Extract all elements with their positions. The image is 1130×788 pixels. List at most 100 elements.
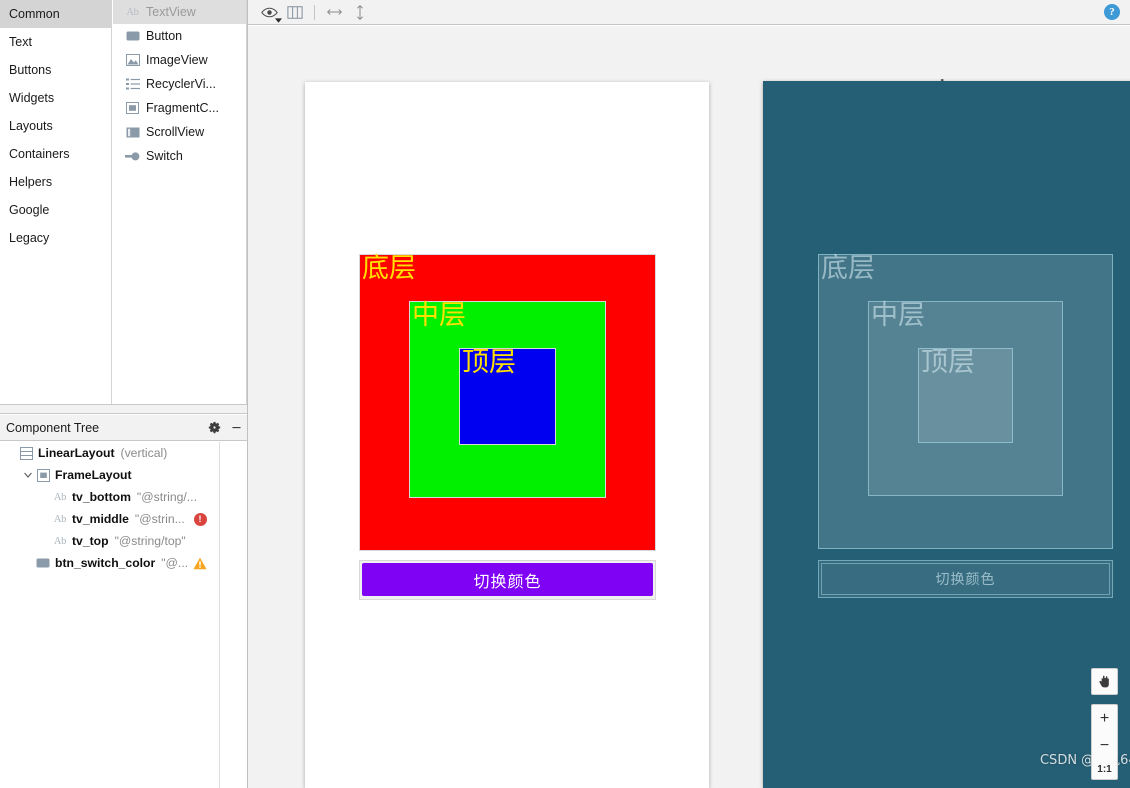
zoom-controls[interactable]: + − 1:1	[1091, 704, 1118, 780]
editor-toolbar: ?	[248, 0, 1130, 25]
minimize-icon[interactable]	[225, 417, 247, 439]
design-tv-middle-label: 中层	[412, 300, 466, 331]
columns-icon[interactable]	[282, 1, 308, 23]
blueprint-btn-switch-color[interactable]: 切换颜色	[818, 560, 1113, 598]
tree-row-value: "@strin...	[134, 512, 185, 526]
tree-row-name: LinearLayout	[38, 446, 115, 460]
image-view-icon	[125, 53, 140, 68]
tree-row[interactable]: Ab tv_bottom "@string/...	[0, 486, 219, 508]
blueprint-tv-middle-label: 中层	[871, 300, 925, 331]
palette-item-label: RecyclerVi...	[146, 77, 216, 91]
text-view-icon: Ab	[53, 535, 67, 547]
palette-item-textview[interactable]: Ab TextView	[113, 0, 246, 24]
arrows-horizontal-icon[interactable]	[321, 1, 347, 23]
button-icon	[125, 29, 140, 44]
palette-category-list[interactable]: Common Text Buttons Widgets Layouts Container…	[0, 0, 112, 404]
palette-item-button[interactable]: Button	[113, 24, 246, 48]
tree-row[interactable]: btn_switch_color "@...	[0, 552, 219, 574]
fragment-container-icon	[125, 101, 140, 116]
switch-icon	[125, 149, 140, 164]
eye-dropdown-icon[interactable]	[256, 1, 282, 23]
palette-category-buttons[interactable]: Buttons	[0, 56, 111, 84]
arrows-vertical-icon[interactable]	[347, 1, 373, 23]
tree-row-value: "@...	[161, 556, 189, 570]
help-icon[interactable]: ?	[1104, 4, 1120, 20]
tree-row-name: tv_bottom	[72, 490, 131, 504]
tree-row-name: btn_switch_color	[55, 556, 156, 570]
design-btn-switch-color[interactable]: 切换颜色	[359, 560, 656, 600]
design-tv-middle[interactable]: 中层 顶层	[409, 300, 606, 498]
component-tree-list[interactable]: LinearLayout (vertical) FrameLayout Ab tv_bo…	[0, 442, 220, 788]
palette-item-recyclervi[interactable]: RecyclerVi...	[113, 72, 246, 96]
palette-category-google[interactable]: Google	[0, 196, 111, 224]
palette-item-label: ImageView	[146, 53, 208, 67]
tree-row[interactable]: Ab tv_top "@string/top"	[0, 530, 219, 552]
chevron-down-icon[interactable]	[21, 468, 35, 482]
palette-item-list[interactable]: Ab TextView Button ImageView RecyclerVi... Fr…	[113, 0, 247, 404]
panel-divider[interactable]	[0, 404, 247, 414]
text-view-icon: Ab	[126, 6, 139, 18]
tree-row-value: "@string/...	[136, 490, 197, 504]
zoom-out-button[interactable]: −	[1092, 732, 1117, 759]
button-icon	[35, 555, 51, 571]
tree-row[interactable]: Ab tv_middle "@strin...!	[0, 508, 219, 530]
design-surface[interactable]: 底层 中层 顶层 切换颜色 底层 中层 顶层 切换颜色 CSDN + − 1:1	[248, 26, 1130, 788]
blueprint-tv-top-label: 顶层	[921, 347, 975, 378]
palette-item-switch[interactable]: Switch	[113, 144, 246, 168]
android-studio-layout-editor: Common Text Buttons Widgets Layouts Container…	[0, 0, 1130, 788]
palette-item-label: Switch	[146, 149, 183, 163]
tree-row-name: tv_middle	[72, 512, 129, 526]
palette-item-imageview[interactable]: ImageView	[113, 48, 246, 72]
tree-row[interactable]: LinearLayout (vertical)	[0, 442, 219, 464]
component-tree-panel: LinearLayout (vertical) FrameLayout Ab tv_bo…	[0, 442, 247, 788]
left-panel: Common Text Buttons Widgets Layouts Container…	[0, 0, 248, 788]
blueprint-tv-middle[interactable]: 中层 顶层	[868, 301, 1063, 496]
zoom-level-label[interactable]: 1:1	[1092, 759, 1117, 779]
tree-row[interactable]: FrameLayout	[0, 464, 219, 486]
palette-category-containers[interactable]: Containers	[0, 140, 111, 168]
error-icon[interactable]: !	[193, 512, 207, 526]
gear-icon[interactable]	[203, 417, 225, 439]
palette-category-layouts[interactable]: Layouts	[0, 112, 111, 140]
blueprint-btn-switch-color-label[interactable]: 切换颜色	[821, 563, 1110, 595]
palette-panel: Common Text Buttons Widgets Layouts Container…	[0, 0, 247, 404]
tree-row-name: FrameLayout	[55, 468, 132, 482]
design-tv-bottom[interactable]: 底层 中层 顶层	[359, 253, 656, 551]
frame-layout-icon	[35, 467, 51, 483]
design-tv-top-label: 顶层	[462, 347, 516, 378]
blueprint-tv-top[interactable]: 顶层	[918, 348, 1013, 443]
linear-layout-icon	[18, 445, 34, 461]
palette-item-label: Button	[146, 29, 183, 43]
blueprint-preview-device[interactable]: 底层 中层 顶层 切换颜色 CSDN @北执644	[763, 81, 1130, 788]
warning-icon[interactable]	[193, 556, 207, 570]
palette-category-helpers[interactable]: Helpers	[0, 168, 111, 196]
blueprint-tv-bottom[interactable]: 底层 中层 顶层	[818, 254, 1113, 549]
design-tv-top[interactable]: 顶层	[459, 347, 556, 445]
design-preview-device[interactable]: 底层 中层 顶层 切换颜色	[305, 82, 709, 788]
zoom-in-button[interactable]: +	[1092, 705, 1117, 732]
hand-icon[interactable]	[1091, 668, 1118, 695]
toolbar-separator	[314, 4, 315, 20]
palette-category-legacy[interactable]: Legacy	[0, 224, 111, 252]
design-tv-bottom-label: 底层	[362, 253, 416, 284]
palette-category-text[interactable]: Text	[0, 28, 111, 56]
design-btn-switch-color-label[interactable]: 切换颜色	[362, 563, 653, 596]
palette-item-label: TextView	[146, 5, 196, 19]
tree-row-value: "@string/top"	[114, 534, 186, 548]
recycler-view-icon	[125, 77, 140, 92]
tree-row-name: tv_top	[72, 534, 109, 548]
tree-row-value: (vertical)	[120, 446, 168, 460]
palette-item-fragmentc[interactable]: FragmentC...	[113, 96, 246, 120]
component-tree-header: Component Tree	[0, 415, 247, 441]
palette-category-common[interactable]: Common	[0, 0, 111, 28]
palette-item-scrollview[interactable]: ScrollView	[113, 120, 246, 144]
palette-category-widgets[interactable]: Widgets	[0, 84, 111, 112]
component-tree-title: Component Tree	[6, 420, 100, 435]
text-view-icon: Ab	[53, 513, 67, 525]
text-view-icon: Ab	[53, 491, 67, 503]
